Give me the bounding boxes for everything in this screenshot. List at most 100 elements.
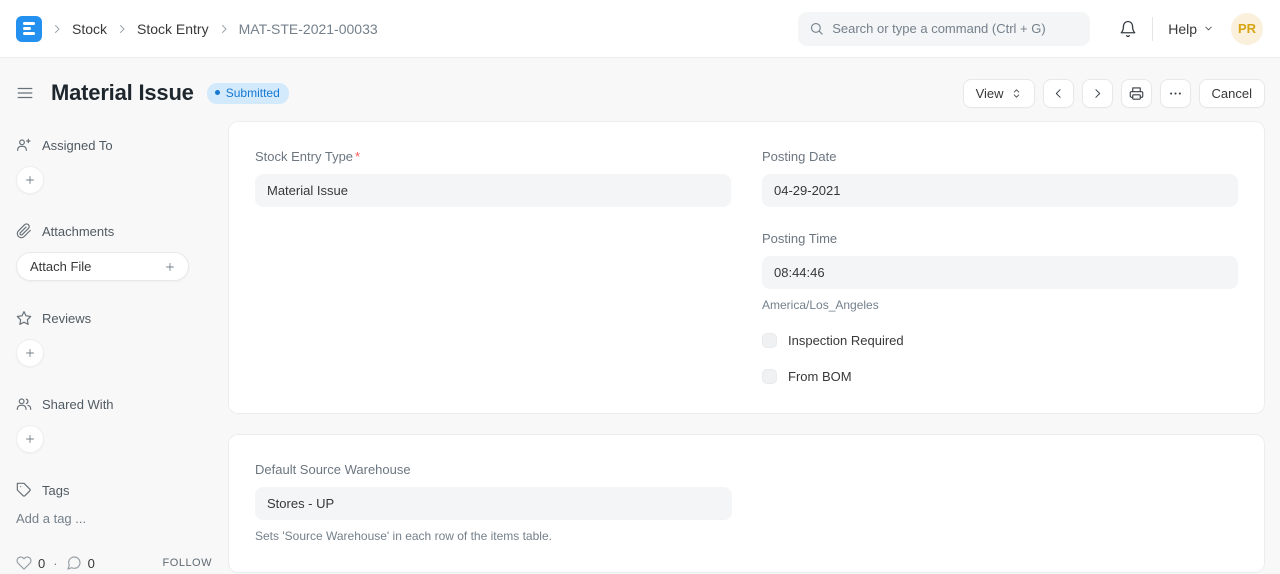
- chevron-down-icon: [1203, 23, 1214, 34]
- plus-icon: [24, 433, 36, 445]
- chevron-right-icon: [218, 23, 230, 35]
- from-bom-checkbox[interactable]: [762, 369, 777, 384]
- details-left-column: Stock Entry Type*: [255, 149, 731, 384]
- stock-entry-type-label: Stock Entry Type*: [255, 149, 731, 164]
- follow-button[interactable]: FOLLOW: [163, 557, 212, 569]
- form-area: Stock Entry Type* Posting Date Posting T…: [228, 108, 1280, 574]
- global-search[interactable]: [798, 12, 1090, 46]
- breadcrumb-stock[interactable]: Stock: [72, 21, 107, 37]
- plus-icon: [164, 261, 176, 273]
- comment-counter[interactable]: 0: [66, 555, 95, 571]
- reviews-header: Reviews: [16, 310, 212, 326]
- erpnext-logo-icon[interactable]: [16, 16, 42, 42]
- breadcrumb-stock-entry[interactable]: Stock Entry: [137, 21, 209, 37]
- dot-separator: ·: [53, 556, 57, 571]
- attachments-header: Attachments: [16, 223, 212, 239]
- help-menu[interactable]: Help: [1168, 21, 1214, 37]
- navbar-divider: [1152, 17, 1153, 41]
- posting-date-input[interactable]: [762, 174, 1238, 207]
- paperclip-icon: [16, 223, 32, 239]
- comment-count: 0: [88, 556, 95, 571]
- assigned-to-header: Assigned To: [16, 137, 212, 153]
- search-icon: [809, 21, 824, 36]
- inspection-required-row[interactable]: Inspection Required: [762, 333, 1238, 348]
- default-source-warehouse-input[interactable]: [255, 487, 732, 520]
- breadcrumb-current: MAT-STE-2021-00033: [239, 21, 378, 37]
- reviews-label: Reviews: [42, 311, 91, 326]
- inspection-required-checkbox[interactable]: [762, 333, 777, 348]
- cancel-button[interactable]: Cancel: [1199, 79, 1265, 108]
- add-assignment-button[interactable]: [16, 166, 44, 194]
- required-asterisk: *: [355, 149, 360, 164]
- notifications-bell-icon[interactable]: [1119, 20, 1137, 38]
- search-input[interactable]: [832, 21, 1079, 36]
- help-label: Help: [1168, 21, 1197, 37]
- tag-icon: [16, 482, 32, 498]
- tags-section: Tags Add a tag ...: [16, 482, 212, 526]
- posting-time-input[interactable]: [762, 256, 1238, 289]
- star-icon: [16, 310, 32, 326]
- comment-icon: [66, 555, 82, 571]
- tags-label: Tags: [42, 483, 69, 498]
- add-share-button[interactable]: [16, 425, 44, 453]
- posting-date-field: Posting Date: [762, 149, 1238, 207]
- add-review-button[interactable]: [16, 339, 44, 367]
- sidebar-footer: 0 · 0 FOLLOW: [16, 555, 212, 574]
- reviews-section: Reviews: [16, 310, 212, 367]
- chevron-right-icon: [116, 23, 128, 35]
- previous-document-button[interactable]: [1043, 79, 1074, 108]
- like-counter[interactable]: 0: [16, 555, 45, 571]
- heart-icon: [16, 555, 32, 571]
- details-right-column: Posting Date Posting Time America/Los_An…: [762, 149, 1238, 384]
- view-button[interactable]: View: [963, 79, 1035, 108]
- shared-with-header: Shared With: [16, 396, 212, 412]
- default-source-warehouse-label: Default Source Warehouse: [255, 462, 732, 477]
- attach-file-button[interactable]: Attach File: [16, 252, 189, 281]
- attachments-label: Attachments: [42, 224, 114, 239]
- plus-icon: [24, 347, 36, 359]
- attachments-section: Attachments Attach File: [16, 223, 212, 281]
- warehouse-help-text: Sets 'Source Warehouse' in each row of t…: [255, 529, 732, 543]
- sidebar-toggle-icon[interactable]: [16, 84, 34, 102]
- user-avatar[interactable]: PR: [1231, 13, 1263, 45]
- users-icon: [16, 396, 32, 412]
- user-plus-icon: [16, 137, 32, 153]
- default-source-warehouse-field: Default Source Warehouse Sets 'Source Wa…: [255, 462, 732, 543]
- printer-icon: [1129, 86, 1144, 101]
- assigned-to-label: Assigned To: [42, 138, 113, 153]
- more-menu-button[interactable]: [1160, 79, 1191, 108]
- from-bom-label: From BOM: [788, 369, 852, 384]
- next-document-button[interactable]: [1082, 79, 1113, 108]
- posting-time-label: Posting Time: [762, 231, 1238, 246]
- timezone-help-text: America/Los_Angeles: [762, 298, 1238, 312]
- chevron-right-icon: [1091, 87, 1104, 100]
- shared-with-label: Shared With: [42, 397, 114, 412]
- plus-icon: [24, 174, 36, 186]
- ellipsis-icon: [1168, 86, 1183, 101]
- chevron-right-icon: [51, 23, 63, 35]
- assigned-to-section: Assigned To: [16, 137, 212, 194]
- print-button[interactable]: [1121, 79, 1152, 108]
- attach-file-label: Attach File: [30, 259, 91, 274]
- content-area: Assigned To Attachments Attach File: [0, 108, 1280, 574]
- posting-time-field: Posting Time America/Los_Angeles: [762, 231, 1238, 312]
- stock-entry-type-field: Stock Entry Type*: [255, 149, 731, 207]
- select-chevrons-icon: [1011, 88, 1022, 99]
- sidebar: Assigned To Attachments Attach File: [0, 108, 228, 574]
- add-tag-input[interactable]: Add a tag ...: [16, 511, 86, 526]
- page-header: Material Issue Submitted View Cancel: [0, 58, 1280, 108]
- page-title: Material Issue: [51, 80, 194, 106]
- navbar: Stock Stock Entry MAT-STE-2021-00033 Hel…: [0, 0, 1280, 58]
- stock-entry-type-input[interactable]: [255, 174, 731, 207]
- from-bom-row[interactable]: From BOM: [762, 369, 1238, 384]
- avatar-initials: PR: [1238, 21, 1256, 36]
- status-badge: Submitted: [207, 83, 289, 104]
- warehouse-card: Default Source Warehouse Sets 'Source Wa…: [228, 434, 1265, 573]
- shared-with-section: Shared With: [16, 396, 212, 453]
- details-card: Stock Entry Type* Posting Date Posting T…: [228, 121, 1265, 414]
- status-label: Submitted: [226, 86, 280, 100]
- tags-header: Tags: [16, 482, 212, 498]
- inspection-required-label: Inspection Required: [788, 333, 904, 348]
- like-count: 0: [38, 556, 45, 571]
- view-label: View: [976, 86, 1004, 101]
